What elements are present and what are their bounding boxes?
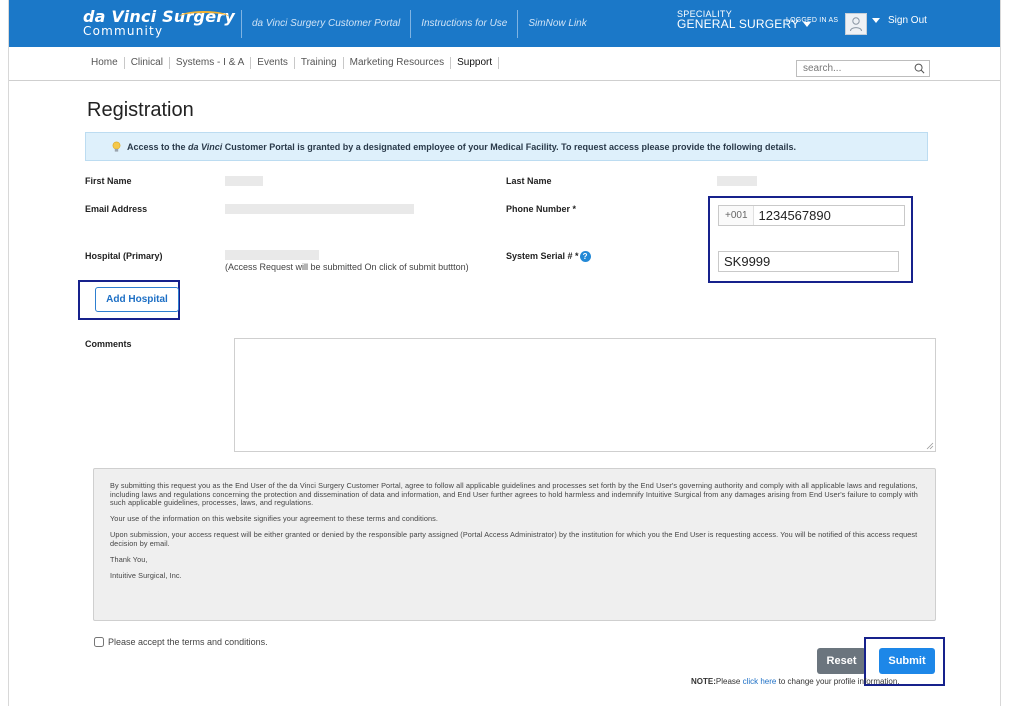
- top-header: da Vinci Surgery Community da Vinci Surg…: [9, 0, 1000, 47]
- nav-clinical[interactable]: Clinical: [125, 57, 170, 69]
- header-links: da Vinci Surgery Customer Portal Instruc…: [241, 10, 597, 38]
- hospital-value: [225, 250, 319, 260]
- main-nav: Home Clinical Systems - I & A Events Tra…: [9, 47, 1000, 81]
- nav-home[interactable]: Home: [91, 57, 125, 69]
- link-customer-portal[interactable]: da Vinci Surgery Customer Portal: [241, 10, 410, 38]
- logo-sub-text: Community: [83, 24, 164, 38]
- serial-field: [718, 251, 899, 272]
- info-notice: Access to the da Vinci Customer Portal i…: [85, 132, 928, 161]
- nav-events[interactable]: Events: [251, 57, 295, 69]
- site-logo[interactable]: da Vinci Surgery Community: [83, 9, 235, 38]
- nav-support[interactable]: Support: [451, 57, 500, 69]
- terms-paragraph: By submitting this request you as the En…: [110, 481, 918, 508]
- profile-note: NOTE:Please click here to change your pr…: [691, 677, 900, 686]
- reset-button[interactable]: Reset: [817, 648, 866, 674]
- last-name-label: Last Name: [506, 176, 552, 186]
- first-name-value: [225, 176, 263, 186]
- email-value: [225, 204, 414, 214]
- email-label: Email Address: [85, 204, 148, 214]
- nav-systems[interactable]: Systems - I & A: [170, 57, 252, 69]
- notice-text: Access to the da Vinci Customer Portal i…: [127, 141, 797, 152]
- help-icon[interactable]: ?: [579, 251, 591, 263]
- link-instructions-for-use[interactable]: Instructions for Use: [410, 10, 517, 38]
- resize-handle-icon[interactable]: [926, 442, 934, 450]
- chevron-down-icon: [872, 18, 880, 23]
- submit-button[interactable]: Submit: [879, 648, 935, 674]
- logged-in-label: LOGGED IN AS: [786, 17, 839, 24]
- terms-box: By submitting this request you as the En…: [93, 468, 936, 621]
- search-box: [796, 60, 930, 77]
- terms-signature: Intuitive Surgical, Inc.: [110, 571, 182, 581]
- accept-terms-label: Please accept the terms and conditions.: [108, 637, 268, 647]
- phone-field: +001: [718, 205, 905, 226]
- accept-terms-checkbox[interactable]: [94, 637, 104, 647]
- sign-out-link[interactable]: Sign Out: [888, 15, 927, 26]
- user-icon: [850, 17, 862, 32]
- lightbulb-icon: [112, 141, 121, 152]
- last-name-value: [717, 176, 757, 186]
- comments-textarea[interactable]: [234, 338, 936, 452]
- phone-country-code: +001: [719, 206, 754, 225]
- hospital-label: Hospital (Primary): [85, 251, 163, 261]
- logo-swoosh: [179, 11, 229, 23]
- terms-paragraph: Your use of the information on this webs…: [110, 514, 439, 524]
- serial-input[interactable]: [719, 254, 898, 269]
- phone-input[interactable]: [753, 208, 904, 223]
- hospital-note: (Access Request will be submitted On cli…: [225, 262, 469, 272]
- comments-label: Comments: [85, 339, 132, 349]
- nav-marketing-resources[interactable]: Marketing Resources: [344, 57, 452, 69]
- terms-thank-you: Thank You,: [110, 555, 148, 565]
- accept-terms[interactable]: Please accept the terms and conditions.: [94, 637, 268, 647]
- terms-paragraph: Upon submission, your access request wil…: [110, 530, 918, 548]
- nav-training[interactable]: Training: [295, 57, 344, 69]
- search-input[interactable]: [803, 63, 903, 74]
- speciality-value: GENERAL SURGERY: [677, 17, 800, 31]
- first-name-label: First Name: [85, 176, 132, 186]
- phone-label: Phone Number *: [506, 204, 577, 214]
- link-simnow[interactable]: SimNow Link: [517, 10, 596, 38]
- add-hospital-button[interactable]: Add Hospital: [95, 287, 179, 312]
- search-icon[interactable]: [914, 63, 925, 74]
- page-frame: da Vinci Surgery Community da Vinci Surg…: [8, 0, 1001, 706]
- serial-label: System Serial # *: [506, 251, 579, 261]
- avatar[interactable]: [845, 13, 867, 35]
- sign-out-menu[interactable]: Sign Out: [872, 15, 927, 26]
- serial-label-wrap: System Serial # *?: [506, 251, 591, 263]
- page-title: Registration: [87, 99, 194, 121]
- profile-link[interactable]: click here: [743, 677, 777, 686]
